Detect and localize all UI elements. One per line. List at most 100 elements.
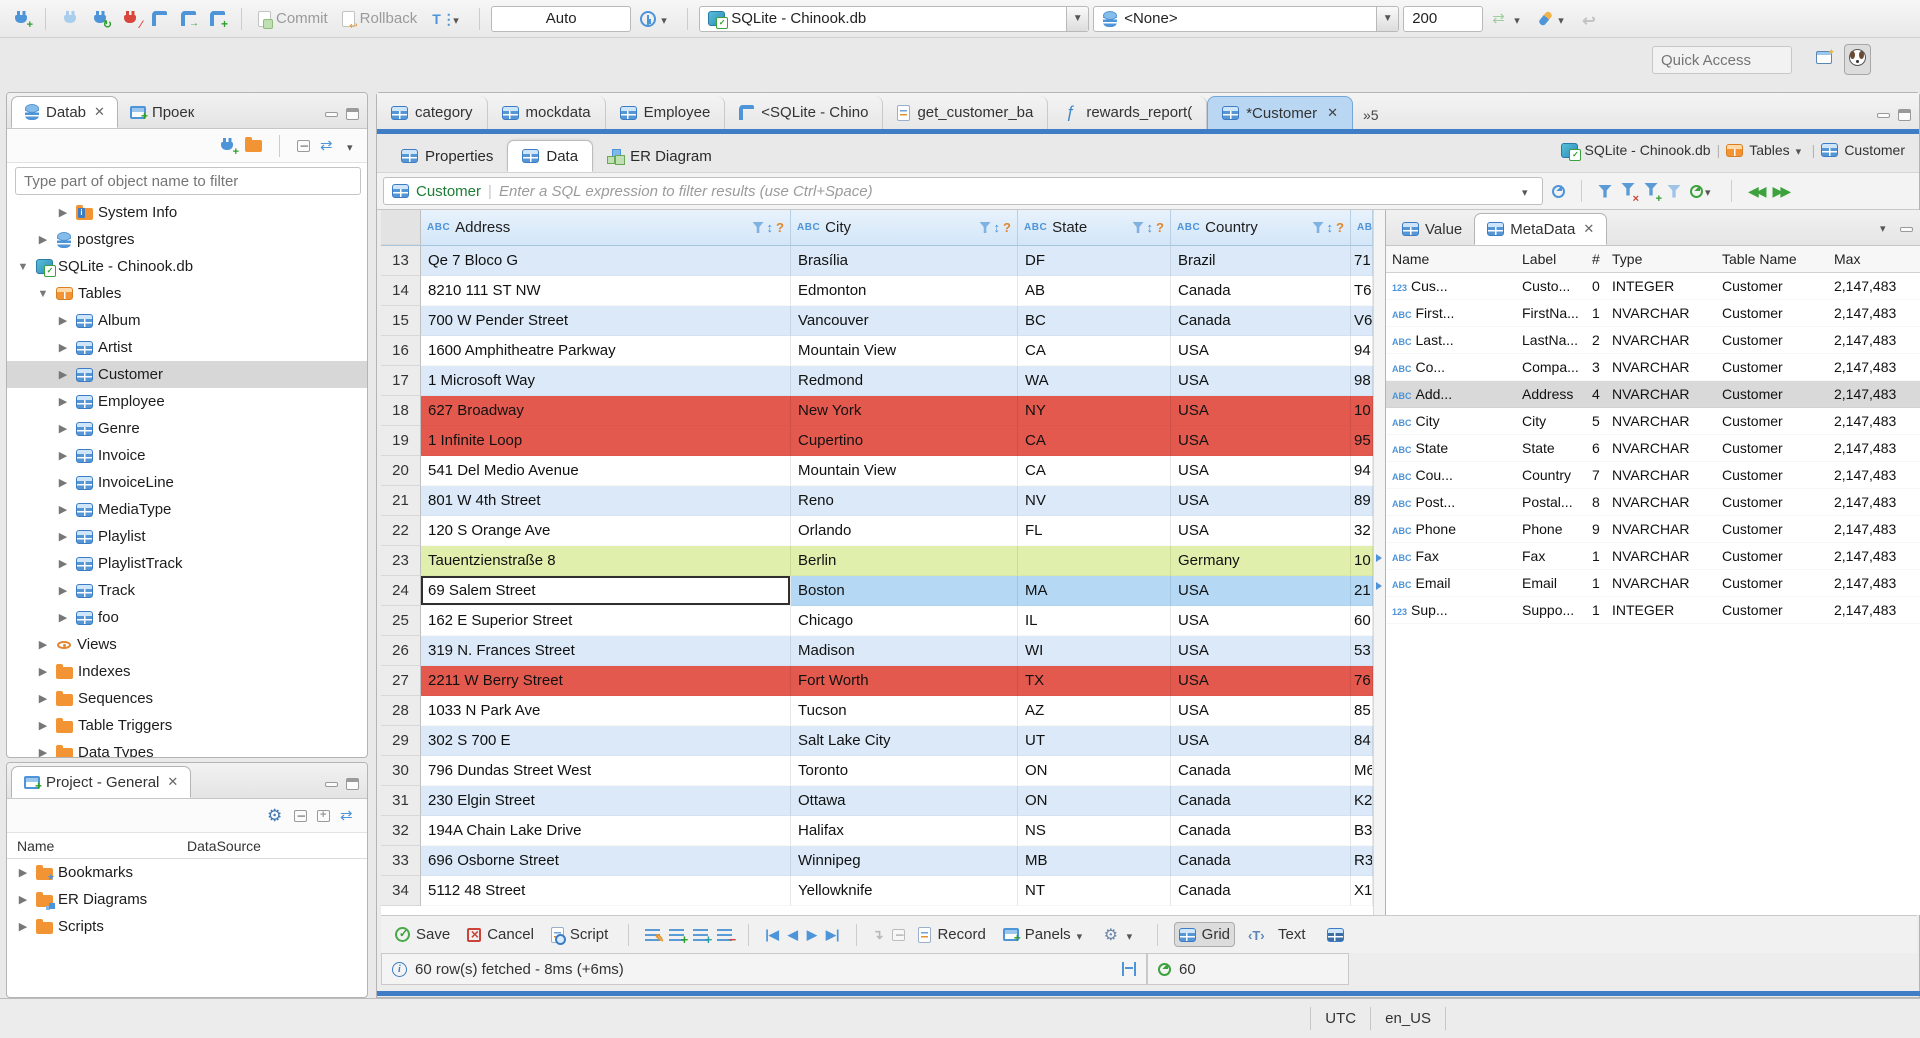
cell-state[interactable]: CA bbox=[1018, 456, 1171, 486]
cell-postal-partial[interactable]: 10 bbox=[1351, 396, 1373, 426]
cell-country[interactable]: USA bbox=[1171, 456, 1351, 486]
cell-postal-partial[interactable]: T6 bbox=[1351, 276, 1373, 306]
row-number[interactable]: 22 bbox=[381, 516, 421, 546]
cell-country[interactable]: USA bbox=[1171, 696, 1351, 726]
tree-item[interactable]: ▶ Artist bbox=[7, 334, 367, 361]
expand-arrow-icon[interactable]: ▶ bbox=[15, 893, 31, 906]
cell-table-name[interactable]: Customer bbox=[1716, 548, 1828, 564]
cell-country[interactable]: USA bbox=[1171, 336, 1351, 366]
select-row-icon[interactable] bbox=[892, 927, 906, 944]
editor-subtab[interactable]: ER Diagram bbox=[593, 140, 726, 172]
cell-address[interactable]: 2211 W Berry Street bbox=[421, 666, 791, 696]
expand-arrow-icon[interactable]: ▶ bbox=[35, 746, 51, 757]
column-header-state[interactable]: ABC State ↕? bbox=[1018, 210, 1171, 245]
expand-arrow-icon[interactable]: ▶ bbox=[55, 341, 71, 354]
cell-country[interactable]: Canada bbox=[1171, 306, 1351, 336]
save-filter-button[interactable]: + bbox=[1644, 182, 1662, 205]
expand-arrow-icon[interactable]: ▶ bbox=[35, 638, 51, 651]
cell-city[interactable]: Halifax bbox=[791, 816, 1018, 846]
cell-number[interactable]: 0 bbox=[1590, 278, 1606, 294]
last-row-button[interactable]: ▶| bbox=[826, 927, 840, 943]
metadata-row[interactable]: ABC Cou... Country 7 NVARCHAR Customer 2,… bbox=[1386, 462, 1920, 489]
dropdown-arrow-icon[interactable]: ▼ bbox=[1066, 6, 1089, 31]
cell-column-name[interactable]: 123 Cus... bbox=[1386, 278, 1516, 294]
go-to-row-icon[interactable]: ↴ bbox=[873, 927, 884, 943]
edit-cell-icon[interactable] bbox=[645, 928, 664, 945]
cell-number[interactable]: 4 bbox=[1590, 386, 1606, 402]
filters-menu-icon[interactable] bbox=[1598, 184, 1612, 198]
metadata-row[interactable]: ABC Add... Address 4 NVARCHAR Customer 2,… bbox=[1386, 381, 1920, 408]
cell-address[interactable]: 541 Del Medio Avenue bbox=[421, 456, 791, 486]
editor-tab[interactable]: Employee ✕ bbox=[606, 96, 726, 129]
row-number[interactable]: 29 bbox=[381, 726, 421, 756]
dropdown-arrow-icon[interactable]: ▼ bbox=[1376, 6, 1399, 31]
cell-max-length[interactable]: 2,147,483 bbox=[1828, 278, 1920, 294]
cell-number[interactable]: 1 bbox=[1590, 305, 1606, 321]
minimize-icon[interactable] bbox=[325, 782, 338, 787]
tree-item[interactable]: ▼ Tables bbox=[7, 280, 367, 307]
table-row[interactable]: 21 801 W 4th Street Reno NV USA 89 bbox=[381, 486, 1373, 516]
maximize-icon[interactable] bbox=[1898, 109, 1911, 121]
object-filter-input[interactable] bbox=[15, 167, 361, 195]
grid-overview-ruler[interactable] bbox=[1373, 210, 1385, 915]
cell-label[interactable]: Phone bbox=[1516, 521, 1590, 537]
row-number[interactable]: 33 bbox=[381, 846, 421, 876]
cell-number[interactable]: 1 bbox=[1590, 548, 1606, 564]
close-icon[interactable]: ✕ bbox=[1583, 221, 1594, 237]
cell-type[interactable]: NVARCHAR bbox=[1606, 440, 1716, 456]
table-row[interactable]: 23 Tauentzienstraße 8 Berlin Germany 10 bbox=[381, 546, 1373, 576]
tree-item[interactable]: ▶ Sequences bbox=[7, 685, 367, 712]
expand-arrow-icon[interactable]: ▶ bbox=[55, 530, 71, 543]
row-number[interactable]: 15 bbox=[381, 306, 421, 336]
editor-tab[interactable]: rewards_report( ✕ bbox=[1048, 96, 1208, 129]
cell-postal-partial[interactable]: 71 bbox=[1351, 246, 1373, 276]
cell-city[interactable]: Toronto bbox=[791, 756, 1018, 786]
cell-max-length[interactable]: 2,147,483 bbox=[1828, 359, 1920, 375]
column-header-label[interactable]: Label bbox=[1516, 251, 1590, 267]
expand-arrow-icon[interactable]: ▶ bbox=[55, 611, 71, 624]
tree-item[interactable]: ▶ Album bbox=[7, 307, 367, 334]
expand-arrow-icon[interactable]: ▶ bbox=[35, 665, 51, 678]
metadata-row[interactable]: ABC State State 6 NVARCHAR Customer 2,147… bbox=[1386, 435, 1920, 462]
table-row[interactable]: 18 627 Broadway New York NY USA 10 bbox=[381, 396, 1373, 426]
filter-expression-input[interactable] bbox=[498, 182, 1515, 200]
filter-history-dropdown-icon[interactable] bbox=[1522, 183, 1534, 199]
expand-arrow-icon[interactable]: ▶ bbox=[55, 368, 71, 381]
commit-mode-combo[interactable]: Auto bbox=[491, 5, 632, 32]
project-item[interactable]: ▶ ER Diagrams bbox=[7, 886, 367, 913]
fit-width-icon[interactable] bbox=[1122, 962, 1136, 976]
cell-type[interactable]: NVARCHAR bbox=[1606, 386, 1716, 402]
table-row[interactable]: 13 Qe 7 Bloco G Brasília DF Brazil 71 bbox=[381, 246, 1373, 276]
cell-city[interactable]: Tucson bbox=[791, 696, 1018, 726]
editor-tab[interactable]: *Customer ✕ bbox=[1207, 96, 1353, 129]
row-number[interactable]: 31 bbox=[381, 786, 421, 816]
cell-column-name[interactable]: ABC First... bbox=[1386, 305, 1516, 321]
metadata-row[interactable]: ABC Co... Compa... 3 NVARCHAR Customer 2,… bbox=[1386, 354, 1920, 381]
sync-connection-button[interactable] bbox=[1487, 8, 1529, 30]
cell-city[interactable]: New York bbox=[791, 396, 1018, 426]
column-header-name[interactable]: Name bbox=[7, 838, 187, 854]
filter-icon[interactable] bbox=[752, 222, 764, 233]
cell-city[interactable]: Redmond bbox=[791, 366, 1018, 396]
tab-value[interactable]: Value bbox=[1390, 213, 1474, 245]
table-row[interactable]: 16 1600 Amphitheatre Parkway Mountain Vi… bbox=[381, 336, 1373, 366]
cell-city[interactable]: Madison bbox=[791, 636, 1018, 666]
cell-label[interactable]: Email bbox=[1516, 575, 1590, 591]
gear-icon[interactable] bbox=[267, 808, 284, 824]
cell-country[interactable]: Canada bbox=[1171, 756, 1351, 786]
row-number[interactable]: 18 bbox=[381, 396, 421, 426]
expand-arrow-icon[interactable]: ▶ bbox=[15, 920, 31, 933]
cell-label[interactable]: Fax bbox=[1516, 548, 1590, 564]
cell-postal-partial[interactable]: V6 bbox=[1351, 306, 1373, 336]
metadata-row[interactable]: ABC First... FirstNa... 1 NVARCHAR Custom… bbox=[1386, 300, 1920, 327]
cell-postal-partial[interactable]: 94 bbox=[1351, 456, 1373, 486]
metadata-row[interactable]: ABC Fax Fax 1 NVARCHAR Customer 2,147,483 bbox=[1386, 543, 1920, 570]
cell-city[interactable]: Mountain View bbox=[791, 336, 1018, 366]
cell-address[interactable]: 700 W Pender Street bbox=[421, 306, 791, 336]
cell-number[interactable]: 5 bbox=[1590, 413, 1606, 429]
delete-row-icon[interactable] bbox=[717, 928, 736, 947]
cell-state[interactable]: AB bbox=[1018, 276, 1171, 306]
cell-state[interactable]: CA bbox=[1018, 336, 1171, 366]
expand-arrow-icon[interactable]: ▶ bbox=[55, 449, 71, 462]
cell-city[interactable]: Cupertino bbox=[791, 426, 1018, 456]
